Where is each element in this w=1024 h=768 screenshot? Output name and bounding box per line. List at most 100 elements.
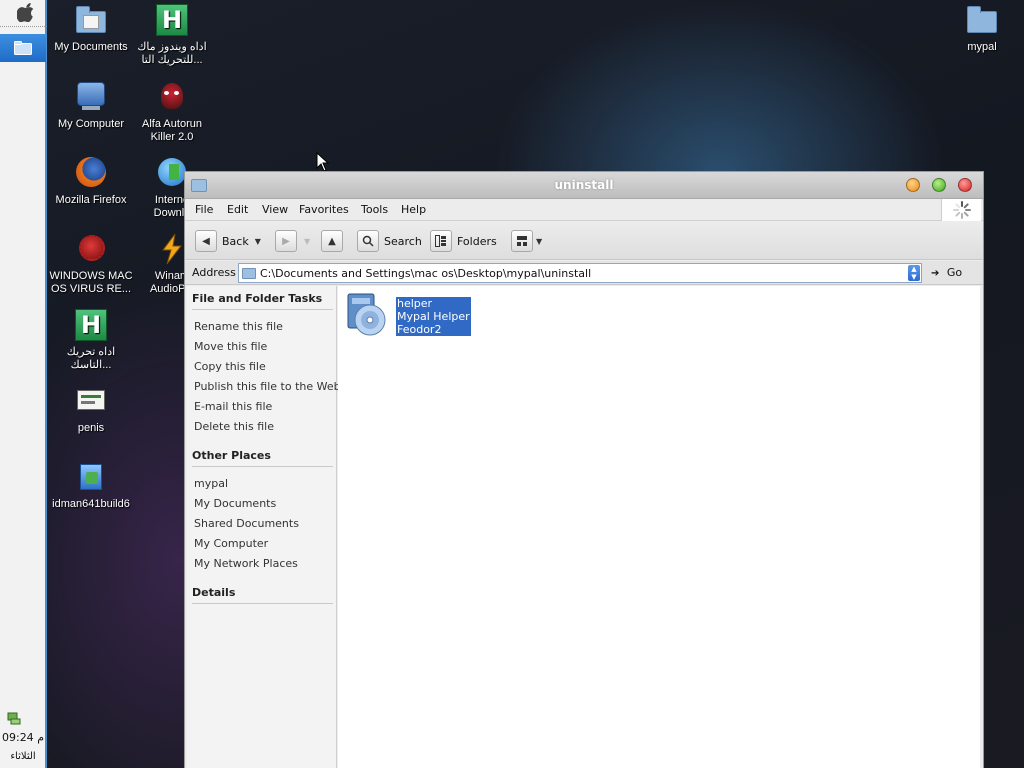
place-my-network-places[interactable]: My Network Places xyxy=(194,557,298,570)
file-folder-tasks-title[interactable]: File and Folder Tasks xyxy=(192,292,322,305)
desktop-icon-label: اداه ويندوز ماك للتحريك التا... xyxy=(137,41,207,66)
file-item-info: helper Mypal Helper Feodor2 xyxy=(396,297,471,336)
desktop-icon-mypal[interactable]: mypal xyxy=(940,3,1024,54)
folder-icon xyxy=(242,268,256,279)
desktop-icon-alfa-autorun[interactable]: Alfa Autorun Killer 2.0 xyxy=(130,80,214,144)
taskbar: 09:24 م الثلاثاء xyxy=(0,0,47,768)
desktop-icon-idman[interactable]: idman641build6 xyxy=(49,460,133,511)
place-mypal[interactable]: mypal xyxy=(194,477,228,490)
folders-label: Folders xyxy=(457,234,497,248)
file-name: helper xyxy=(397,297,433,310)
my-computer-icon xyxy=(74,80,108,114)
menu-view[interactable]: View xyxy=(262,203,288,216)
desktop-icon-label: اداه تحريك التاسك... xyxy=(66,346,116,371)
desktop-icon-firefox[interactable]: Mozilla Firefox xyxy=(49,156,133,207)
desktop-icon-penis[interactable]: penis xyxy=(49,384,133,435)
place-shared-documents[interactable]: Shared Documents xyxy=(194,517,299,530)
file-item-helper[interactable]: helper Mypal Helper Feodor2 xyxy=(344,290,471,342)
task-move[interactable]: Move this file xyxy=(194,340,267,353)
desktop-icon-label: penis xyxy=(77,422,105,434)
task-delete[interactable]: Delete this file xyxy=(194,420,274,433)
close-button[interactable] xyxy=(958,178,972,192)
go-label: Go xyxy=(946,266,963,279)
menu-tools[interactable]: Tools xyxy=(361,203,388,216)
place-my-computer[interactable]: My Computer xyxy=(194,537,268,550)
desktop-icon-label: WINDOWS MAC OS VIRUS RE... xyxy=(49,270,133,295)
maximize-button[interactable] xyxy=(932,178,946,192)
desktop-icon-label: My Documents xyxy=(54,41,128,53)
desktop-icon-h-app-2[interactable]: H اداه تحريك التاسك... xyxy=(49,308,133,372)
desktop-icon-label: Alfa Autorun Killer 2.0 xyxy=(142,118,202,143)
search-button[interactable]: Search xyxy=(357,230,422,252)
details-title[interactable]: Details xyxy=(192,586,235,599)
loading-spinner-icon xyxy=(953,201,971,219)
file-company: Feodor2 xyxy=(397,323,442,336)
virus-icon xyxy=(74,232,108,266)
other-places-title[interactable]: Other Places xyxy=(192,449,271,462)
desktop-icon-label: My Computer xyxy=(57,118,125,130)
section-divider xyxy=(192,466,333,467)
document-icon xyxy=(74,384,108,418)
desktop-icon-h-app-1[interactable]: H اداه ويندوز ماك للتحريك التا... xyxy=(130,3,214,67)
h-app-icon: H xyxy=(74,308,108,342)
menu-bar: File Edit View Favorites Tools Help xyxy=(185,199,983,221)
folder-icon xyxy=(14,41,32,55)
address-dropdown-icon[interactable]: ▲ ▼ xyxy=(908,265,920,281)
go-button[interactable]: ➔ Go xyxy=(931,266,962,279)
network-tray-icon[interactable] xyxy=(6,710,22,726)
apple-icon[interactable] xyxy=(17,2,35,22)
views-dropdown-icon[interactable]: ▼ xyxy=(536,237,542,246)
task-pane: File and Folder Tasks Rename this file M… xyxy=(187,286,341,768)
address-bar: Address C:\Documents and Settings\mac os… xyxy=(185,261,983,285)
desktop-icon-label: idman641build6 xyxy=(52,498,130,510)
place-my-documents[interactable]: My Documents xyxy=(194,497,276,510)
go-arrow-icon: ➔ xyxy=(931,268,940,279)
file-list[interactable]: helper Mypal Helper Feodor2 xyxy=(338,286,980,768)
search-label: Search xyxy=(384,234,422,248)
file-description: Mypal Helper xyxy=(397,310,470,323)
dock-divider xyxy=(0,26,47,27)
h-app-icon: H xyxy=(155,3,189,37)
section-divider xyxy=(192,603,333,604)
desktop-icon-my-computer[interactable]: My Computer xyxy=(49,80,133,131)
forward-arrow-icon: ▶ xyxy=(275,230,297,252)
menu-file[interactable]: File xyxy=(195,203,213,216)
section-divider xyxy=(192,309,333,310)
taskbar-window-button[interactable] xyxy=(0,34,46,62)
installer-disc-icon xyxy=(347,293,386,336)
minimize-button[interactable] xyxy=(906,178,920,192)
views-icon xyxy=(511,230,533,252)
views-button[interactable]: ▼ xyxy=(511,230,542,252)
folders-button[interactable]: Folders xyxy=(430,230,497,252)
alfa-autorun-icon xyxy=(155,80,189,114)
task-copy[interactable]: Copy this file xyxy=(194,360,266,373)
task-rename[interactable]: Rename this file xyxy=(194,320,283,333)
desktop-icon-my-documents[interactable]: My Documents xyxy=(49,3,133,54)
search-icon xyxy=(357,230,379,252)
address-path: C:\Documents and Settings\mac os\Desktop… xyxy=(260,267,592,280)
back-arrow-icon: ◀ xyxy=(195,230,217,252)
task-email[interactable]: E-mail this file xyxy=(194,400,272,413)
menu-edit[interactable]: Edit xyxy=(227,203,248,216)
desktop-icon-label: Mozilla Firefox xyxy=(55,194,127,206)
installer-icon xyxy=(74,460,108,494)
mouse-cursor-icon xyxy=(316,152,330,172)
back-dropdown-icon[interactable]: ▼ xyxy=(255,237,261,246)
forward-dropdown-icon[interactable]: ▼ xyxy=(304,237,310,246)
explorer-window: uninstall File Edit View Favorites Tools… xyxy=(184,171,984,768)
up-arrow-icon: ▲ xyxy=(321,230,343,252)
address-input[interactable]: C:\Documents and Settings\mac os\Desktop… xyxy=(238,263,922,283)
day-label: الثلاثاء xyxy=(10,751,36,762)
menu-favorites[interactable]: Favorites xyxy=(299,203,349,216)
folder-icon xyxy=(965,3,999,37)
menu-help[interactable]: Help xyxy=(401,203,426,216)
window-title: uninstall xyxy=(554,178,614,192)
forward-button[interactable]: ▶ ▼ xyxy=(275,230,310,252)
back-button[interactable]: ◀ Back ▼ xyxy=(195,230,261,252)
clock[interactable]: 09:24 م xyxy=(0,731,46,744)
task-publish[interactable]: Publish this file to the Web xyxy=(194,380,341,393)
title-bar[interactable]: uninstall xyxy=(185,172,983,199)
firefox-icon xyxy=(74,156,108,190)
desktop-icon-virus-remover[interactable]: WINDOWS MAC OS VIRUS RE... xyxy=(49,232,133,296)
up-folder-button[interactable]: ▲ xyxy=(321,230,348,252)
